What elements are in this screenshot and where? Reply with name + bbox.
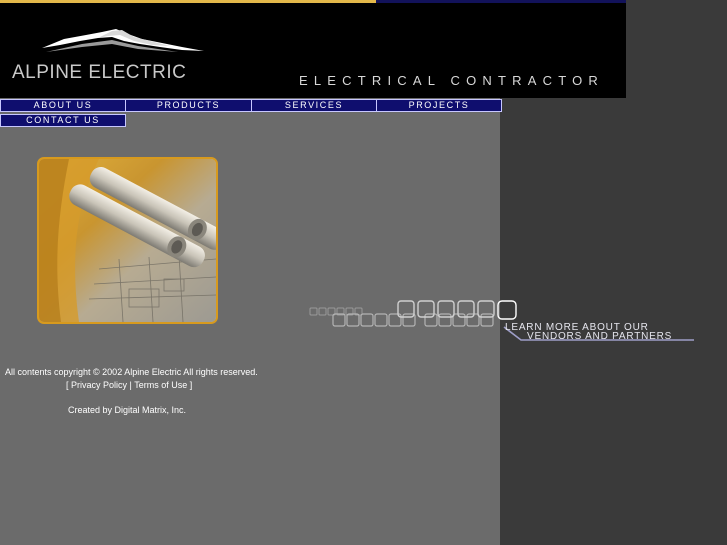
tagline: ELECTRICAL CONTRACTOR [299,73,605,88]
nav-about-us[interactable]: ABOUT US [0,99,126,112]
page: ALPINE ELECTRIC ELECTRICAL CONTRACTOR AB… [0,0,727,545]
terms-of-use-link[interactable]: Terms of Use [134,380,187,390]
accent-bar-gold [0,0,376,3]
nav-products[interactable]: PRODUCTS [125,99,252,112]
blueprint-rolls-photo [37,157,218,324]
mountain-peaks-icon [42,29,204,52]
nav-contact-us[interactable]: CONTACT US [0,114,126,127]
privacy-policy-link[interactable]: Privacy Policy [71,380,127,390]
copyright-text: All contents copyright © 2002 Alpine Ele… [5,367,258,377]
vendors-link-line2[interactable]: VENDORS AND PARTNERS [527,331,672,342]
site-credit: Created by Digital Matrix, Inc. [68,405,187,415]
accent-bar-navy [376,0,626,3]
nav-services[interactable]: SERVICES [251,99,377,112]
bracket-close: ] [187,380,193,390]
logo-text: ALPINE ELECTRIC [12,62,187,83]
legal-links: [ Privacy Policy | Terms of Use ] [66,380,192,390]
nav-projects[interactable]: PROJECTS [376,99,502,112]
header-banner: ALPINE ELECTRIC ELECTRICAL CONTRACTOR [0,0,626,98]
